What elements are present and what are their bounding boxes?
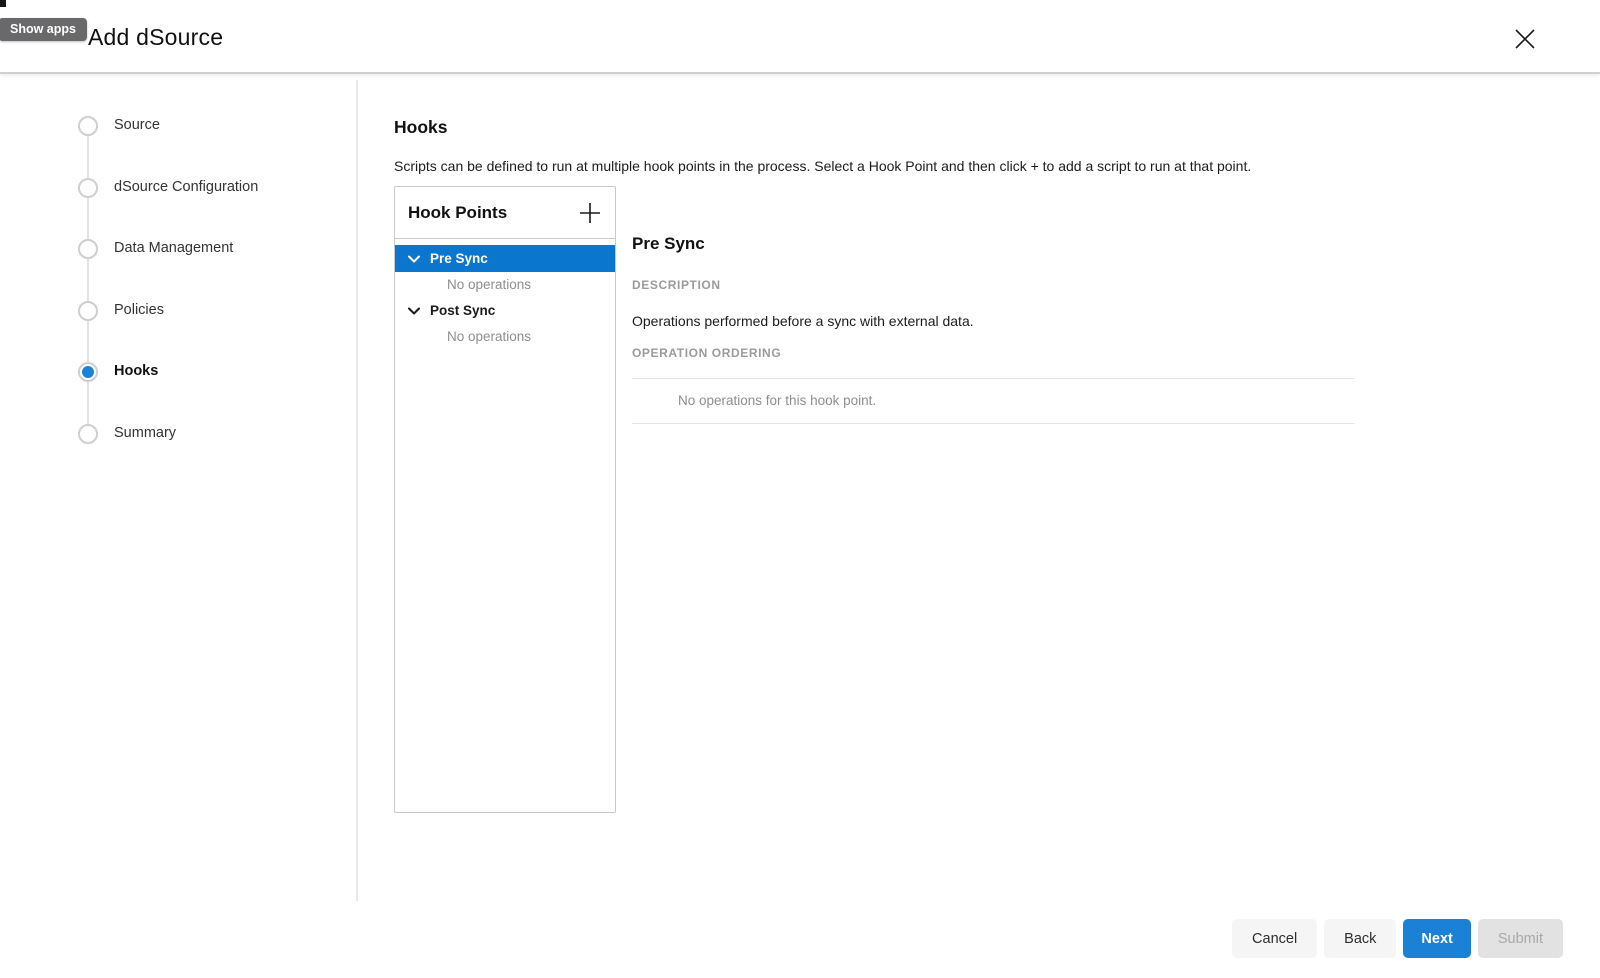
stepper-connector-line bbox=[87, 126, 89, 434]
step-label: Data Management bbox=[114, 240, 233, 256]
back-button[interactable]: Back bbox=[1324, 919, 1396, 958]
detail-title: Pre Sync bbox=[632, 234, 1355, 254]
step-label: Summary bbox=[114, 425, 176, 441]
step-circle-active bbox=[78, 362, 98, 382]
description-label: DESCRIPTION bbox=[632, 278, 1355, 292]
wizard-stepper: Source dSource Configuration Data Manage… bbox=[0, 0, 356, 900]
wizard-footer: Cancel Back Next Submit bbox=[1232, 919, 1563, 958]
step-circle bbox=[78, 239, 98, 259]
step-label: Hooks bbox=[114, 363, 158, 379]
chevron-down-icon bbox=[408, 307, 420, 315]
page-instructions: Scripts can be defined to run at multipl… bbox=[394, 158, 1251, 174]
chevron-down-icon bbox=[408, 255, 420, 263]
step-circle bbox=[78, 424, 98, 444]
hook-points-header: Hook Points bbox=[395, 187, 615, 239]
close-icon bbox=[1513, 27, 1537, 51]
cancel-button[interactable]: Cancel bbox=[1232, 919, 1317, 958]
hook-points-panel: Hook Points Pre Sync No opera bbox=[394, 186, 616, 813]
hook-point-operations-pre-sync: No operations bbox=[395, 272, 615, 297]
sidebar-divider bbox=[356, 80, 358, 901]
step-circle bbox=[78, 116, 98, 136]
hook-points-list: Pre Sync No operations Post Sync No oper… bbox=[395, 239, 615, 349]
next-button[interactable]: Next bbox=[1403, 919, 1470, 958]
hook-points-title: Hook Points bbox=[408, 203, 507, 223]
step-label: Source bbox=[114, 117, 160, 133]
hook-point-row-post-sync[interactable]: Post Sync bbox=[395, 297, 615, 324]
step-label: Policies bbox=[114, 302, 164, 318]
dialog-title: Add dSource bbox=[88, 24, 223, 51]
dialog-header: Add dSource bbox=[0, 0, 1600, 74]
description-text: Operations performed before a sync with … bbox=[632, 313, 1355, 329]
plus-icon bbox=[579, 202, 601, 224]
step-label: dSource Configuration bbox=[114, 179, 258, 195]
hook-point-operations-post-sync: No operations bbox=[395, 324, 615, 349]
show-apps-tooltip: Show apps bbox=[0, 18, 87, 41]
hook-point-label: Post Sync bbox=[430, 303, 495, 318]
close-button[interactable] bbox=[1508, 22, 1542, 56]
step-circle bbox=[78, 178, 98, 198]
add-hook-script-button[interactable] bbox=[577, 200, 603, 226]
operations-empty-box: No operations for this hook point. bbox=[632, 378, 1355, 424]
browser-corner-fragment bbox=[0, 0, 6, 7]
operation-ordering-label: OPERATION ORDERING bbox=[632, 346, 1355, 360]
hook-point-row-pre-sync[interactable]: Pre Sync bbox=[395, 245, 615, 272]
operations-empty-text: No operations for this hook point. bbox=[678, 393, 876, 408]
submit-button[interactable]: Submit bbox=[1478, 919, 1563, 958]
hook-point-label: Pre Sync bbox=[430, 251, 488, 266]
add-dsource-dialog: Show apps Add dSource Source dSource Con… bbox=[0, 0, 1600, 978]
hook-point-detail: Pre Sync DESCRIPTION Operations performe… bbox=[632, 234, 1355, 424]
page-heading: Hooks bbox=[394, 117, 447, 138]
step-circle bbox=[78, 301, 98, 321]
